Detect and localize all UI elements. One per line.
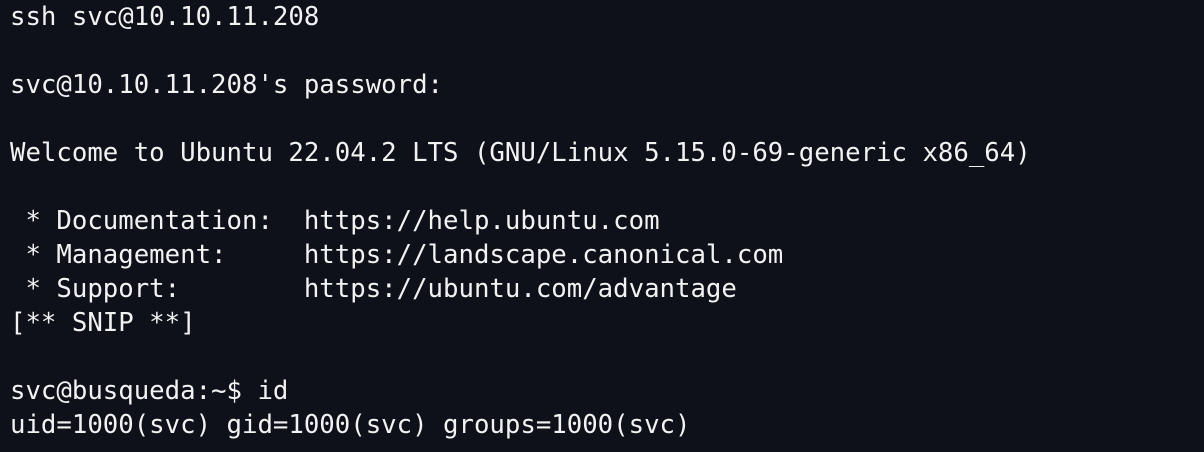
- terminal-line-support: * Support: https://ubuntu.com/advantage: [10, 274, 737, 304]
- terminal-line-documentation: * Documentation: https://help.ubuntu.com: [10, 206, 660, 236]
- terminal-line-snip: [** SNIP **]: [10, 308, 196, 338]
- terminal-line-id-command: svc@busqueda:~$ id: [10, 376, 289, 406]
- terminal-line-management: * Management: https://landscape.canonica…: [10, 240, 784, 270]
- terminal-line-ssh-command: ssh svc@10.10.11.208: [10, 2, 320, 32]
- terminal-line-password-prompt: svc@10.10.11.208's password:: [10, 70, 444, 100]
- terminal-window[interactable]: ssh svc@10.10.11.208 svc@10.10.11.208's …: [0, 0, 1204, 452]
- terminal-line-id-output: uid=1000(svc) gid=1000(svc) groups=1000(…: [10, 410, 691, 440]
- terminal-line-welcome: Welcome to Ubuntu 22.04.2 LTS (GNU/Linux…: [10, 138, 1031, 168]
